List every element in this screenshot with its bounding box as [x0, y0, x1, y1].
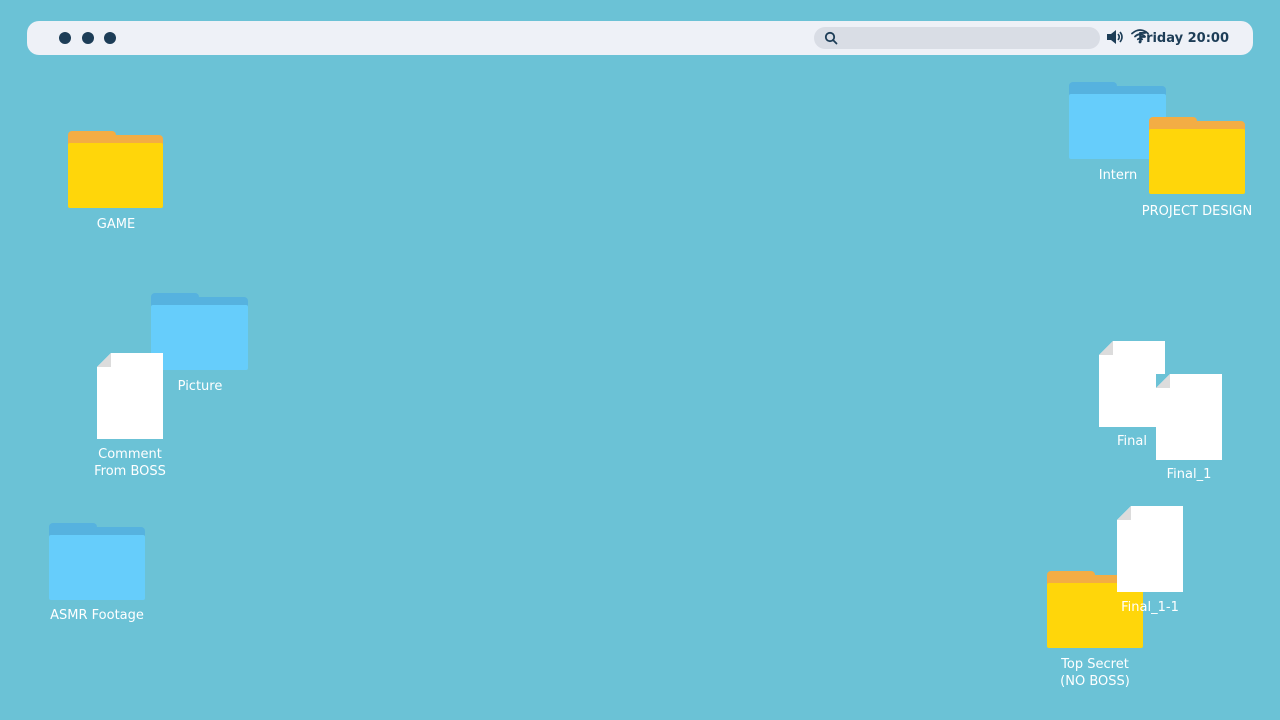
- desktop-item-label: Top Secret (NO BOSS): [1060, 657, 1130, 689]
- desktop-item-label: Final_1: [1166, 467, 1212, 482]
- folder-icon[interactable]: [151, 293, 248, 370]
- desktop-item-label: PROJECT DESIGN: [1141, 204, 1253, 219]
- search-icon: [824, 31, 838, 45]
- desktop-item-label: Comment From BOSS: [94, 447, 166, 479]
- desktop-item-label: ASMR Footage: [50, 608, 144, 623]
- window-control-dot[interactable]: [59, 32, 71, 44]
- desktop-item-label: Final: [1117, 434, 1147, 449]
- window-control-dot[interactable]: [104, 32, 116, 44]
- window-control-dot[interactable]: [82, 32, 94, 44]
- top-menu-bar: Friday 20:00: [27, 21, 1253, 55]
- search-input[interactable]: [814, 27, 1100, 49]
- volume-icon[interactable]: [1106, 29, 1124, 45]
- folder-icon[interactable]: [1149, 117, 1245, 194]
- folder-icon[interactable]: [68, 131, 163, 208]
- file-icon[interactable]: [1117, 506, 1183, 592]
- folder-icon[interactable]: [49, 523, 145, 600]
- desktop-item-label: Intern: [1098, 168, 1138, 183]
- clock[interactable]: Friday 20:00: [1138, 31, 1229, 46]
- desktop-item-label: Picture: [177, 379, 223, 394]
- desktop-item-label: GAME: [96, 217, 136, 232]
- file-icon[interactable]: [97, 353, 163, 439]
- desktop-item-label: Final_1-1: [1121, 600, 1179, 615]
- file-icon[interactable]: [1156, 374, 1222, 460]
